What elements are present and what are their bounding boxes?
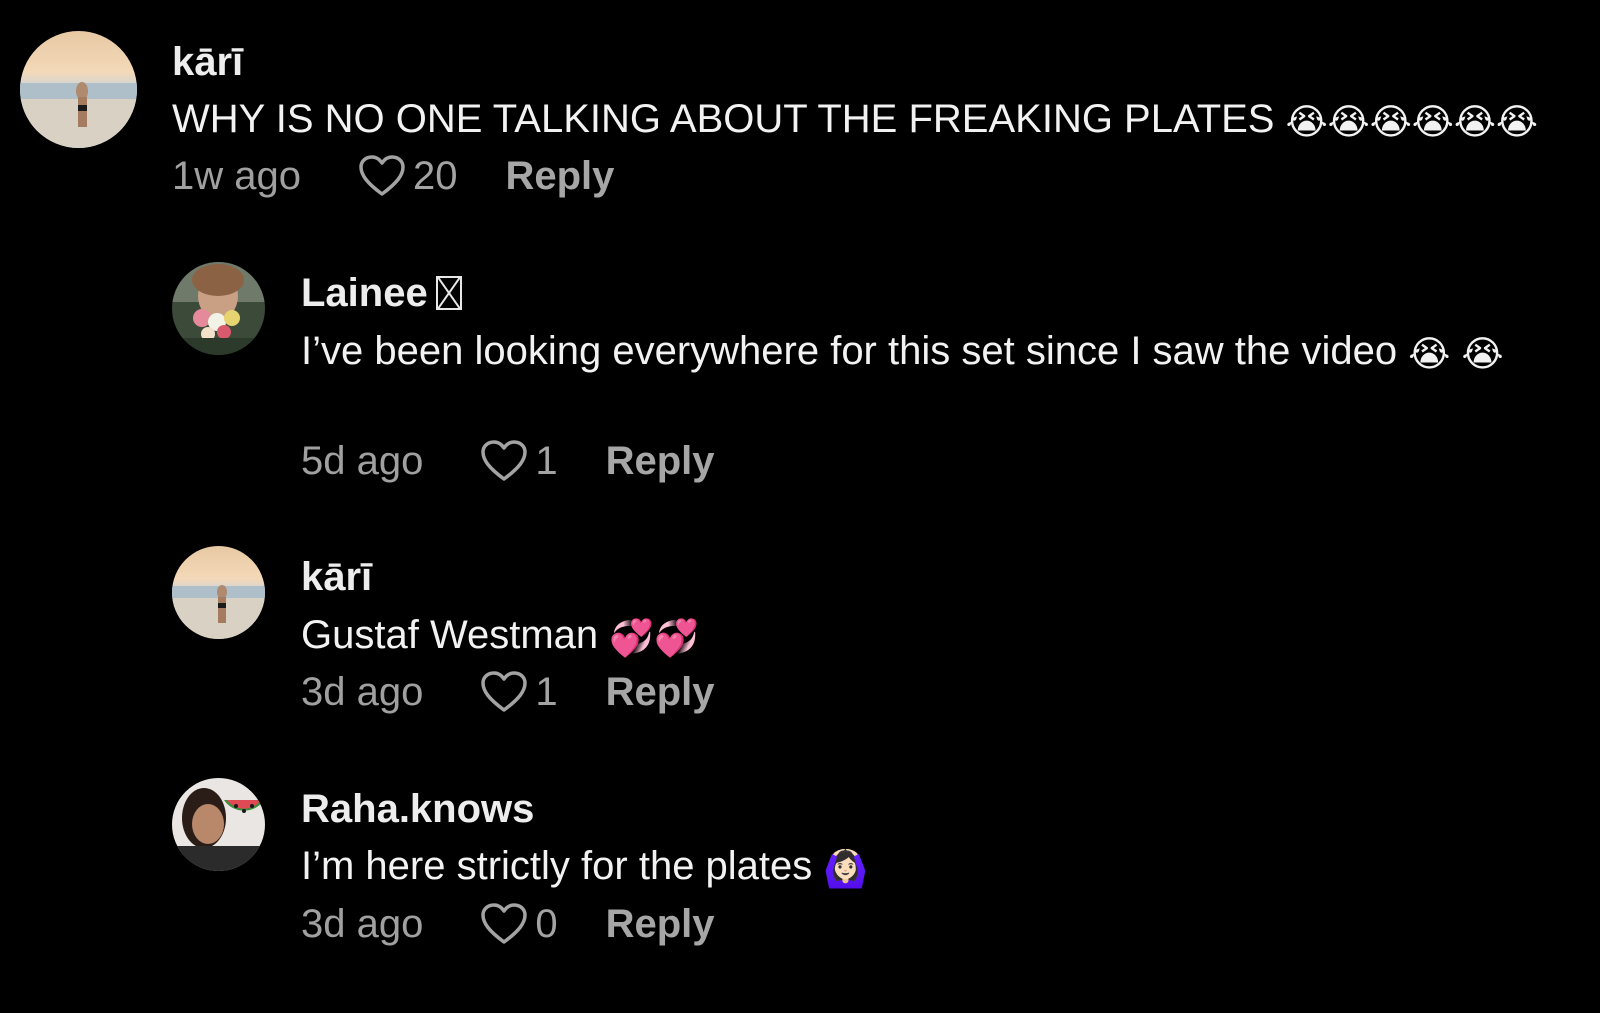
comment-text-body: Gustaf Westman bbox=[301, 613, 599, 657]
comment-author[interactable]: Raha.knows bbox=[301, 785, 534, 833]
like-button[interactable]: 20 bbox=[357, 152, 458, 200]
beach-photo-avatar-icon bbox=[20, 31, 137, 148]
person-gesturing-ok-emoji: 🙆🏻‍♀️ bbox=[823, 849, 869, 890]
comment-timestamp: 3d ago bbox=[301, 670, 424, 714]
like-button[interactable]: 1 bbox=[479, 668, 558, 716]
crying-face-emoji: 😭 bbox=[1461, 334, 1504, 375]
comment-author[interactable]: kārī bbox=[172, 38, 243, 86]
comment-text: I’ve been looking everywhere for this se… bbox=[301, 325, 1551, 377]
like-button[interactable]: 1 bbox=[479, 437, 558, 485]
comment-text: Gustaf Westman 💞💞 bbox=[301, 609, 699, 661]
like-count: 1 bbox=[535, 439, 558, 483]
heart-icon bbox=[481, 440, 528, 481]
comment-timestamp: 1w ago bbox=[172, 154, 301, 198]
like-count: 1 bbox=[535, 670, 558, 714]
comment-text-body: WHY IS NO ONE TALKING ABOUT THE FREAKING… bbox=[172, 97, 1275, 141]
comment-meta: 1w ago 20 Reply bbox=[172, 152, 614, 200]
comment-text-body: I’m here strictly for the plates bbox=[301, 844, 813, 888]
avatar[interactable] bbox=[172, 262, 265, 355]
comment-author[interactable]: Lainee bbox=[301, 269, 462, 317]
comment-author[interactable]: kārī bbox=[301, 553, 372, 601]
comment-text-body: I’ve been looking everywhere for this se… bbox=[301, 329, 1398, 373]
heart-icon bbox=[481, 903, 528, 944]
beach-photo-avatar-icon bbox=[172, 546, 265, 639]
revolving-hearts-emoji: 💞💞 bbox=[609, 618, 699, 659]
comment-meta: 5d ago 1 Reply bbox=[301, 437, 715, 485]
reply-button[interactable]: Reply bbox=[606, 900, 715, 948]
heart-icon bbox=[359, 155, 405, 196]
reply-button[interactable]: Reply bbox=[606, 668, 715, 716]
reply-button[interactable]: Reply bbox=[505, 152, 614, 200]
avatar[interactable] bbox=[172, 546, 265, 639]
comment-text: I’m here strictly for the plates 🙆🏻‍♀️ bbox=[301, 840, 868, 892]
like-count: 0 bbox=[535, 902, 558, 946]
comment-meta: 3d ago 1 Reply bbox=[301, 668, 715, 716]
comment-text: WHY IS NO ONE TALKING ABOUT THE FREAKING… bbox=[172, 93, 1572, 145]
comment-meta: 3d ago 0 Reply bbox=[301, 900, 715, 948]
heart-icon bbox=[481, 671, 528, 712]
comment-author-name: Lainee bbox=[301, 271, 428, 315]
crying-face-emoji: 😭😭😭😭😭😭 bbox=[1285, 102, 1538, 143]
reply-button[interactable]: Reply bbox=[606, 437, 715, 485]
missing-glyph-icon bbox=[435, 276, 462, 310]
like-button[interactable]: 0 bbox=[479, 900, 558, 948]
watermelon-photo-avatar-icon bbox=[172, 778, 265, 871]
flowers-photo-avatar-icon bbox=[172, 262, 265, 355]
comment-timestamp: 3d ago bbox=[301, 902, 424, 946]
avatar[interactable] bbox=[172, 778, 265, 871]
avatar[interactable] bbox=[20, 31, 137, 148]
crying-face-emoji: 😭 bbox=[1408, 334, 1451, 375]
comment-timestamp: 5d ago bbox=[301, 439, 424, 483]
like-count: 20 bbox=[412, 154, 458, 198]
